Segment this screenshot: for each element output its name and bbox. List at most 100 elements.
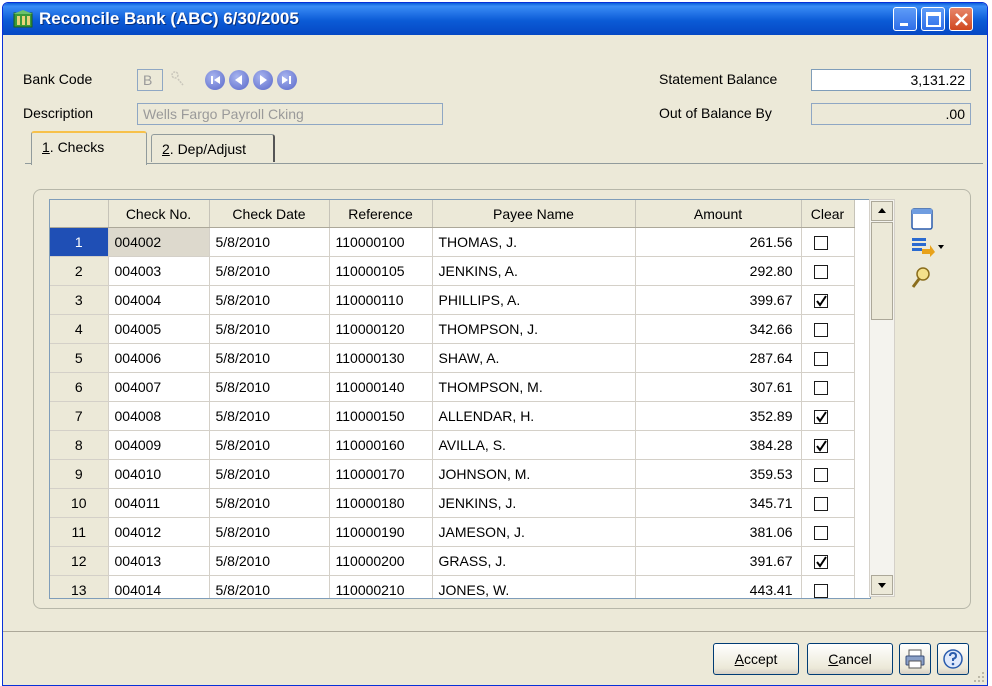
clear-cell[interactable] bbox=[801, 372, 855, 402]
scroll-thumb[interactable] bbox=[871, 222, 893, 320]
clear-checkbox[interactable] bbox=[813, 322, 828, 337]
check-date-cell[interactable]: 5/8/2010 bbox=[209, 488, 330, 518]
check-no-cell[interactable]: 004004 bbox=[108, 285, 210, 315]
table-row[interactable]: 1 004002 5/8/2010 110000100 THOMAS, J. 261.56 bbox=[50, 227, 855, 257]
clear-cell[interactable] bbox=[801, 546, 855, 576]
find-icon[interactable] bbox=[909, 265, 935, 289]
payee-name-cell[interactable]: JAMESON, J. bbox=[432, 517, 636, 547]
amount-cell[interactable]: 292.80 bbox=[635, 256, 802, 286]
first-record-button[interactable] bbox=[205, 70, 225, 90]
check-date-cell[interactable]: 5/8/2010 bbox=[209, 517, 330, 547]
clear-cell[interactable] bbox=[801, 227, 855, 257]
previous-record-button[interactable] bbox=[229, 70, 249, 90]
check-date-cell[interactable]: 5/8/2010 bbox=[209, 314, 330, 344]
check-date-cell[interactable]: 5/8/2010 bbox=[209, 372, 330, 402]
clear-cell[interactable] bbox=[801, 314, 855, 344]
clear-cell[interactable] bbox=[801, 575, 855, 598]
table-row[interactable]: 5 004006 5/8/2010 110000130 SHAW, A. 287.64 bbox=[50, 343, 855, 373]
next-record-button[interactable] bbox=[253, 70, 273, 90]
check-date-cell[interactable]: 5/8/2010 bbox=[209, 459, 330, 489]
close-button[interactable] bbox=[949, 7, 973, 31]
reference-cell[interactable]: 110000130 bbox=[329, 343, 433, 373]
check-date-cell[interactable]: 5/8/2010 bbox=[209, 256, 330, 286]
minimize-button[interactable] bbox=[893, 7, 917, 31]
row-number-cell[interactable]: 1 bbox=[50, 227, 109, 257]
check-date-cell[interactable]: 5/8/2010 bbox=[209, 343, 330, 373]
cancel-button[interactable]: Cancel bbox=[807, 643, 893, 675]
statement-balance-input[interactable]: 3,131.22 bbox=[811, 69, 971, 91]
amount-cell[interactable]: 352.89 bbox=[635, 401, 802, 431]
row-number-cell[interactable]: 6 bbox=[50, 372, 109, 402]
check-date-cell[interactable]: 5/8/2010 bbox=[209, 401, 330, 431]
check-date-cell[interactable]: 5/8/2010 bbox=[209, 575, 330, 598]
help-button[interactable] bbox=[937, 643, 969, 675]
clear-checkbox[interactable] bbox=[813, 467, 828, 482]
payee-name-cell[interactable]: JENKINS, A. bbox=[432, 256, 636, 286]
check-date-cell[interactable]: 5/8/2010 bbox=[209, 227, 330, 257]
row-number-cell[interactable]: 12 bbox=[50, 546, 109, 576]
amount-cell[interactable]: 381.06 bbox=[635, 517, 802, 547]
scroll-down-button[interactable] bbox=[871, 575, 893, 595]
payee-name-cell[interactable]: THOMAS, J. bbox=[432, 227, 636, 257]
maximize-button[interactable] bbox=[921, 7, 945, 31]
clear-checkbox[interactable] bbox=[813, 438, 828, 453]
check-no-cell[interactable]: 004008 bbox=[108, 401, 210, 431]
resize-grip-icon[interactable] bbox=[973, 671, 985, 683]
reference-cell[interactable]: 110000160 bbox=[329, 430, 433, 460]
check-no-cell[interactable]: 004014 bbox=[108, 575, 210, 598]
check-no-cell[interactable]: 004005 bbox=[108, 314, 210, 344]
export-icon[interactable] bbox=[909, 235, 945, 259]
clear-checkbox[interactable] bbox=[813, 525, 828, 540]
table-row[interactable]: 11 004012 5/8/2010 110000190 JAMESON, J. 381.… bbox=[50, 517, 855, 547]
column-header-check-date[interactable]: Check Date bbox=[209, 200, 330, 228]
amount-cell[interactable]: 261.56 bbox=[635, 227, 802, 257]
description-field[interactable]: Wells Fargo Payroll Cking bbox=[137, 103, 443, 125]
row-number-cell[interactable]: 11 bbox=[50, 517, 109, 547]
column-header-clear[interactable]: Clear bbox=[801, 200, 855, 228]
reference-cell[interactable]: 110000100 bbox=[329, 227, 433, 257]
clear-checkbox[interactable] bbox=[813, 380, 828, 395]
check-no-cell[interactable]: 004007 bbox=[108, 372, 210, 402]
clear-checkbox[interactable] bbox=[813, 235, 828, 250]
accept-button[interactable]: Accept bbox=[713, 643, 799, 675]
lookup-icon[interactable] bbox=[169, 69, 185, 89]
row-number-cell[interactable]: 3 bbox=[50, 285, 109, 315]
amount-cell[interactable]: 399.67 bbox=[635, 285, 802, 315]
amount-cell[interactable]: 342.66 bbox=[635, 314, 802, 344]
clear-cell[interactable] bbox=[801, 343, 855, 373]
table-row[interactable]: 9 004010 5/8/2010 110000170 JOHNSON, M. 359.5… bbox=[50, 459, 855, 489]
payee-name-cell[interactable]: THOMPSON, M. bbox=[432, 372, 636, 402]
clear-cell[interactable] bbox=[801, 459, 855, 489]
payee-name-cell[interactable]: SHAW, A. bbox=[432, 343, 636, 373]
column-header-amount[interactable]: Amount bbox=[635, 200, 802, 228]
row-number-cell[interactable]: 5 bbox=[50, 343, 109, 373]
reference-cell[interactable]: 110000170 bbox=[329, 459, 433, 489]
table-row[interactable]: 7 004008 5/8/2010 110000150 ALLENDAR, H. 352.… bbox=[50, 401, 855, 431]
row-number-cell[interactable]: 10 bbox=[50, 488, 109, 518]
scroll-up-button[interactable] bbox=[871, 201, 893, 221]
clear-cell[interactable] bbox=[801, 285, 855, 315]
check-no-cell[interactable]: 004009 bbox=[108, 430, 210, 460]
clear-cell[interactable] bbox=[801, 401, 855, 431]
row-number-cell[interactable]: 4 bbox=[50, 314, 109, 344]
column-header-check-no[interactable]: Check No. bbox=[108, 200, 210, 228]
amount-cell[interactable]: 359.53 bbox=[635, 459, 802, 489]
payee-name-cell[interactable]: ALLENDAR, H. bbox=[432, 401, 636, 431]
clear-checkbox[interactable] bbox=[813, 351, 828, 366]
column-header-reference[interactable]: Reference bbox=[329, 200, 433, 228]
payee-name-cell[interactable]: GRASS, J. bbox=[432, 546, 636, 576]
print-button[interactable] bbox=[899, 643, 931, 675]
title-bar[interactable]: Reconcile Bank (ABC) 6/30/2005 bbox=[3, 3, 987, 35]
clear-cell[interactable] bbox=[801, 430, 855, 460]
column-header-payee-name[interactable]: Payee Name bbox=[432, 200, 636, 228]
clear-checkbox[interactable] bbox=[813, 554, 828, 569]
table-row[interactable]: 13 004014 5/8/2010 110000210 JONES, W. 443.41 bbox=[50, 575, 855, 598]
row-number-cell[interactable]: 7 bbox=[50, 401, 109, 431]
reference-cell[interactable]: 110000210 bbox=[329, 575, 433, 598]
bank-code-field[interactable]: B bbox=[137, 69, 163, 91]
clear-cell[interactable] bbox=[801, 256, 855, 286]
table-row[interactable]: 12 004013 5/8/2010 110000200 GRASS, J. 391.67 bbox=[50, 546, 855, 576]
clear-checkbox[interactable] bbox=[813, 264, 828, 279]
table-row[interactable]: 10 004011 5/8/2010 110000180 JENKINS, J. 345.… bbox=[50, 488, 855, 518]
check-no-cell[interactable]: 004002 bbox=[108, 227, 210, 257]
